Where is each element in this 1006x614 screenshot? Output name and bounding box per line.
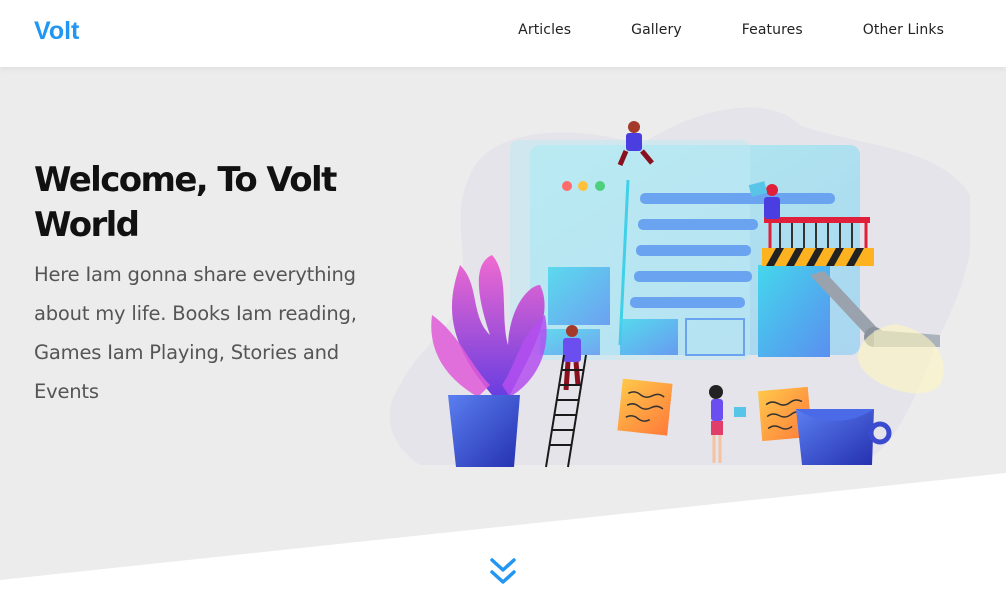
hero-illustration xyxy=(389,107,970,468)
brand-logo[interactable]: Volt xyxy=(34,17,79,46)
nav-link-other-links[interactable]: Other Links xyxy=(863,22,944,38)
scroll-down-icon[interactable] xyxy=(488,556,518,588)
hero-title: Welcome, To Volt World xyxy=(34,160,337,245)
nav-link-gallery[interactable]: Gallery xyxy=(631,22,682,38)
nav-link-features[interactable]: Features xyxy=(742,22,803,38)
nav-link-articles[interactable]: Articles xyxy=(518,22,571,38)
navbar: Volt Articles Gallery Features Other Lin… xyxy=(0,0,1006,67)
hero-description: Here Iam gonna share everything about my… xyxy=(34,263,357,403)
nav-links: Articles Gallery Features Other Links xyxy=(518,22,944,38)
